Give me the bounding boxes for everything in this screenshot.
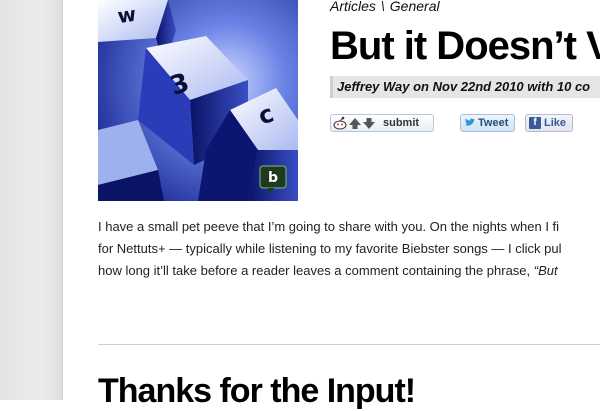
facebook-icon: f <box>529 117 541 129</box>
w3c-keys-image: w 3 c b <box>98 0 298 201</box>
left-gutter <box>0 0 63 400</box>
key-w-label: w <box>116 2 138 28</box>
facebook-like-button[interactable]: f Like <box>525 114 573 132</box>
body-line-1: I have a small pet peeve that I’m going … <box>98 219 560 234</box>
breadcrumb-articles[interactable]: Articles <box>330 0 376 14</box>
body-line-3: how long it’ll take before a reader leav… <box>98 260 600 282</box>
body-line-2: for Nettuts+ — typically while listening… <box>98 238 600 260</box>
tweet-label: Tweet <box>478 117 509 129</box>
page-title: But it Doesn’t V <box>330 24 600 68</box>
post-meta: Jeffrey Way on Nov 22nd 2010 with 10 co <box>330 76 600 98</box>
reddit-vote-icon <box>333 116 375 130</box>
like-label: Like <box>544 117 567 129</box>
post-thumbnail[interactable]: w 3 c b <box>98 0 298 201</box>
body-line-3-quote: “But <box>533 263 558 278</box>
body-line-2-text: for Nettuts+ — typically while listening… <box>98 241 562 256</box>
badge-label: b <box>268 170 278 186</box>
reddit-submit-button[interactable]: submit <box>330 114 434 132</box>
twitter-bird-icon <box>465 118 475 126</box>
breadcrumb: Articles \ General <box>330 0 440 14</box>
reddit-submit-label: submit <box>383 117 420 129</box>
tweet-button[interactable]: Tweet <box>460 114 515 132</box>
section-divider <box>98 344 600 345</box>
body-line-3-text: how long it’ll take before a reader leav… <box>98 263 534 278</box>
post-intro-paragraph: I have a small pet peeve that I’m going … <box>98 216 600 282</box>
section-heading: Thanks for the Input! <box>98 372 416 410</box>
breadcrumb-general[interactable]: General <box>390 0 440 14</box>
breadcrumb-separator: \ <box>380 0 385 14</box>
